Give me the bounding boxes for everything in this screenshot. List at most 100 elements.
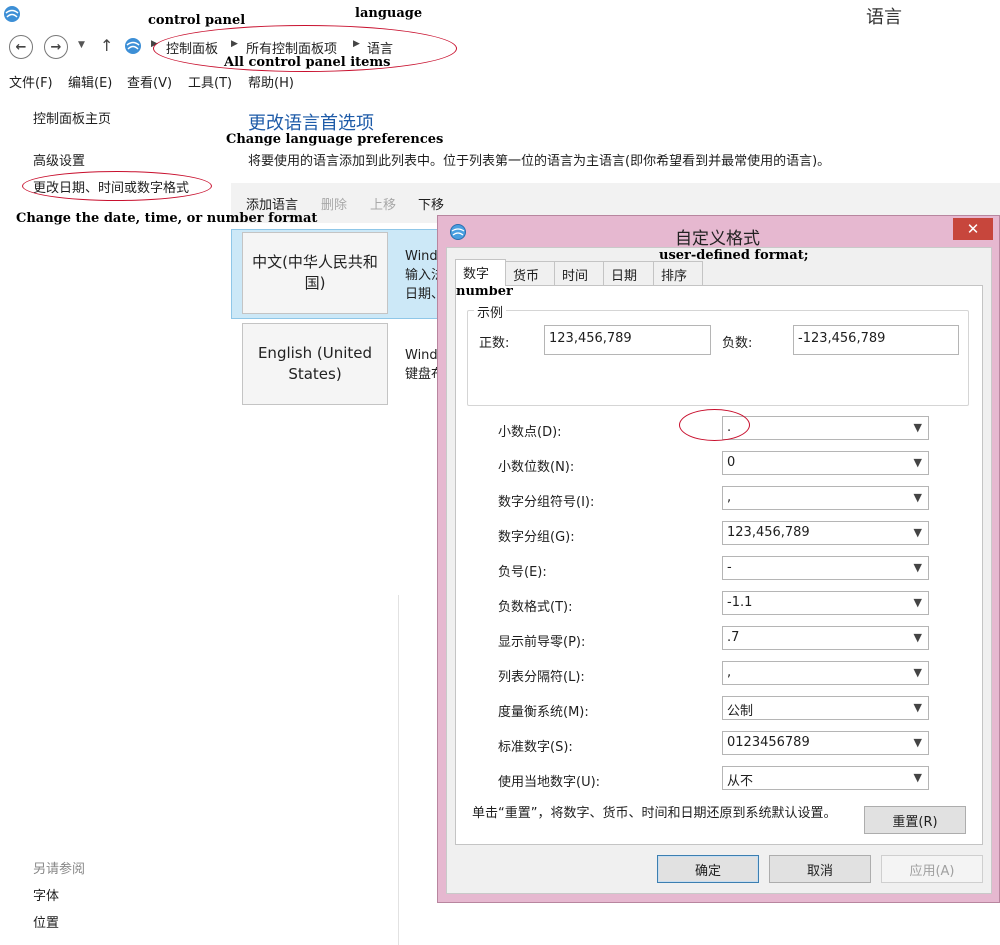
- select-value: 0123456789: [727, 735, 810, 750]
- tab-date[interactable]: 日期: [603, 261, 654, 285]
- leading-zero-label: 显示前导零(P):: [498, 635, 586, 650]
- tab-numbers[interactable]: 数字: [455, 259, 506, 286]
- decimal-digits-select[interactable]: 0 ▼: [722, 451, 929, 475]
- recent-pages-chevron-icon[interactable]: ▼: [78, 40, 85, 50]
- measurement-system-label: 度量衡系统(M):: [498, 705, 589, 720]
- breadcrumb-separator-icon: ▶: [231, 39, 238, 49]
- positive-label: 正数:: [479, 336, 510, 351]
- negative-sign-label: 负号(E):: [498, 565, 547, 580]
- menu-help[interactable]: 帮助(H): [248, 72, 294, 91]
- standard-digits-select[interactable]: 0123456789 ▼: [722, 731, 929, 755]
- divider: [398, 595, 399, 945]
- annotation-control-panel: control panel: [148, 13, 246, 28]
- tab-time[interactable]: 时间: [554, 261, 604, 285]
- native-digits-select[interactable]: 从不 ▼: [722, 766, 929, 790]
- sample-legend: 示例: [474, 302, 507, 321]
- chevron-down-icon: ▼: [913, 631, 922, 644]
- negative-label: 负数:: [722, 336, 753, 351]
- annotation-all-items: All control panel items: [224, 55, 391, 70]
- close-button[interactable]: ✕: [953, 218, 993, 240]
- select-value: 公制: [727, 704, 754, 719]
- list-separator-select[interactable]: , ▼: [722, 661, 929, 685]
- move-up-button[interactable]: 上移: [370, 194, 396, 213]
- move-down-button[interactable]: 下移: [418, 194, 444, 213]
- window-title: 语言: [866, 7, 902, 28]
- dialog-title: 自定义格式: [675, 229, 760, 249]
- menu-tools[interactable]: 工具(T): [188, 72, 232, 91]
- page-description: 将要使用的语言添加到此列表中。位于列表第一位的语言为主语言(即你希望看到并最常使…: [248, 154, 831, 169]
- native-digits-label: 使用当地数字(U):: [498, 775, 601, 790]
- back-button[interactable]: ←: [9, 35, 33, 59]
- control-panel-icon: [125, 38, 141, 54]
- language-tile-chinese[interactable]: 中文(中华人民共和国): [242, 232, 388, 314]
- breadcrumb-separator-icon: ▶: [353, 39, 360, 49]
- chevron-down-icon: ▼: [913, 701, 922, 714]
- breadcrumb-control-panel[interactable]: 控制面板: [166, 38, 218, 57]
- negative-format-select[interactable]: -1.1 ▼: [722, 591, 929, 615]
- standard-digits-label: 标准数字(S):: [498, 740, 573, 755]
- decimal-symbol-select[interactable]: . ▼: [722, 416, 929, 440]
- arrow-left-icon: ←: [15, 39, 27, 55]
- menu-file[interactable]: 文件(F): [9, 72, 53, 91]
- ok-button[interactable]: 确定: [657, 855, 759, 883]
- select-value: .7: [727, 630, 740, 645]
- remove-language-button[interactable]: 删除: [321, 194, 347, 213]
- leading-zero-select[interactable]: .7 ▼: [722, 626, 929, 650]
- reset-note: 单击“重置”，将数字、货币、时间和日期还原到系统默认设置。: [472, 806, 837, 821]
- digit-grouping-select[interactable]: 123,456,789 ▼: [722, 521, 929, 545]
- nav-change-date-time-format[interactable]: 更改日期、时间或数字格式: [33, 177, 189, 196]
- negative-sample: -123,456,789: [793, 325, 959, 355]
- select-value: -1.1: [727, 595, 753, 610]
- annotation-language: language: [355, 6, 423, 21]
- nav-fonts[interactable]: 字体: [33, 885, 59, 904]
- language-name: English (United States): [257, 344, 373, 383]
- chevron-down-icon: ▼: [913, 456, 922, 469]
- forward-button[interactable]: →: [44, 35, 68, 59]
- annotation-user-defined: user-defined format;: [659, 248, 809, 263]
- tab-currency[interactable]: 货币: [505, 261, 555, 285]
- positive-sample: 123,456,789: [544, 325, 711, 355]
- nav-advanced-settings[interactable]: 高级设置: [33, 150, 85, 169]
- reset-button[interactable]: 重置(R): [864, 806, 966, 834]
- chevron-down-icon: ▼: [913, 596, 922, 609]
- language-info: Wind 输入法 日期、: [405, 249, 437, 302]
- digit-grouping-symbol-select[interactable]: , ▼: [722, 486, 929, 510]
- control-panel-icon: [4, 6, 20, 22]
- digit-grouping-symbol-label: 数字分组符号(I):: [498, 495, 595, 510]
- select-value: 123,456,789: [727, 525, 810, 540]
- select-value: 0: [727, 455, 736, 470]
- cancel-button[interactable]: 取消: [769, 855, 871, 883]
- chevron-down-icon: ▼: [913, 491, 922, 504]
- up-button[interactable]: ↑: [100, 36, 113, 55]
- chevron-down-icon: ▼: [913, 526, 922, 539]
- chevron-down-icon: ▼: [913, 421, 922, 434]
- annotation-change-prefs: Change language preferences: [226, 132, 444, 147]
- nav-control-panel-home[interactable]: 控制面板主页: [33, 108, 111, 127]
- menu-edit[interactable]: 编辑(E): [68, 72, 112, 91]
- globe-icon: [450, 224, 466, 240]
- apply-button[interactable]: 应用(A): [881, 855, 983, 883]
- language-name: 中文(中华人民共和国): [252, 253, 378, 292]
- chevron-down-icon: ▼: [913, 736, 922, 749]
- select-value: .: [727, 420, 732, 435]
- language-info: Wind 键盘布: [405, 348, 437, 382]
- arrow-right-icon: →: [50, 39, 62, 55]
- nav-location[interactable]: 位置: [33, 912, 59, 931]
- negative-format-label: 负数格式(T):: [498, 600, 573, 615]
- annotation-change-format: Change the date, time, or number format: [16, 211, 318, 226]
- see-also-heading: 另请参阅: [33, 862, 86, 877]
- decimal-digits-label: 小数位数(N):: [498, 460, 575, 475]
- annotation-number: number: [456, 284, 513, 299]
- measurement-system-select[interactable]: 公制 ▼: [722, 696, 929, 720]
- select-value: 从不: [727, 774, 754, 789]
- breadcrumb-separator-icon: ▶: [151, 39, 158, 49]
- menu-view[interactable]: 查看(V): [127, 72, 172, 91]
- tab-sorting[interactable]: 排序: [653, 261, 703, 285]
- decimal-symbol-label: 小数点(D):: [498, 425, 562, 440]
- chevron-down-icon: ▼: [913, 666, 922, 679]
- language-tile-english[interactable]: English (United States): [242, 323, 388, 405]
- select-value: -: [727, 560, 732, 575]
- negative-sign-select[interactable]: - ▼: [722, 556, 929, 580]
- digit-grouping-label: 数字分组(G):: [498, 530, 575, 545]
- chevron-down-icon: ▼: [913, 771, 922, 784]
